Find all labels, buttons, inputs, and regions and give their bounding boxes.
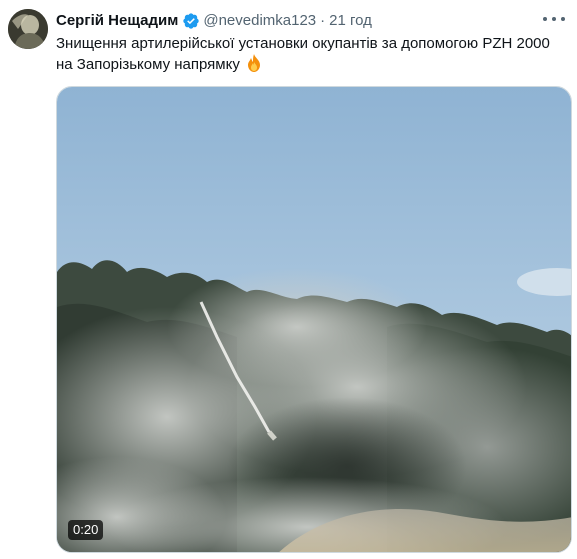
author-handle[interactable]: @nevedimka123 <box>203 11 316 31</box>
fire-emoji-icon <box>246 54 262 72</box>
more-options-icon[interactable] <box>543 10 565 28</box>
tweet-text-content: Знищення артилерійської установки окупан… <box>56 35 550 73</box>
video-frame <box>57 87 571 552</box>
timestamp[interactable]: 21 год <box>329 11 372 31</box>
verified-badge-icon[interactable] <box>182 12 200 30</box>
tweet-header: Сергій Нещадим @nevedimka123 · 21 год <box>56 10 537 32</box>
separator-dot: · <box>320 12 326 29</box>
video-duration: 0:20 <box>68 520 104 540</box>
tweet-text: Знищення артилерійської установки окупан… <box>56 34 556 75</box>
avatar[interactable] <box>8 9 48 49</box>
video-player[interactable]: 0:20 <box>56 86 572 553</box>
tweet[interactable]: Сергій Нещадим @nevedimka123 · 21 год Зн… <box>0 0 577 559</box>
display-name[interactable]: Сергій Нещадим <box>56 11 178 31</box>
